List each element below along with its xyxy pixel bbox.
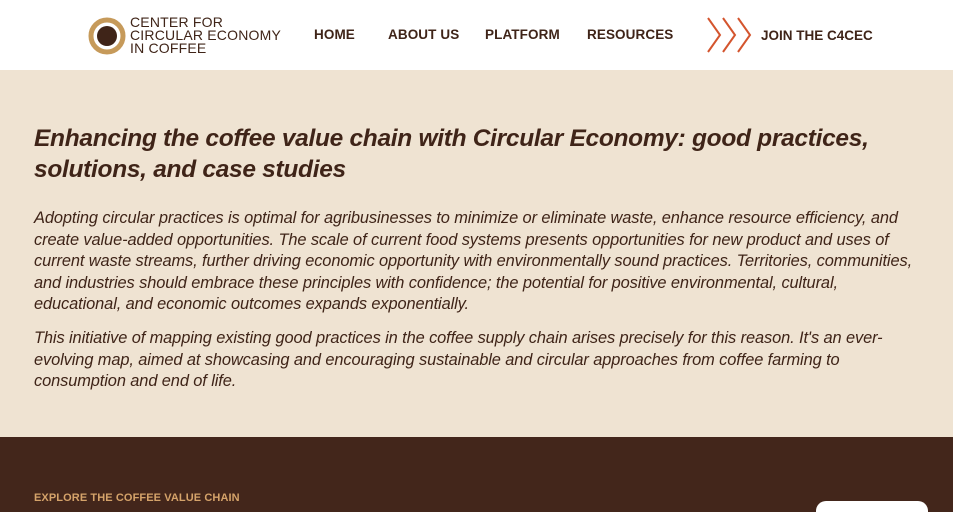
logo-wordmark: CENTER FOR CIRCULAR ECONOMY IN COFFEE	[130, 15, 281, 56]
nav-platform[interactable]: PLATFORM	[485, 27, 560, 42]
triple-chevron-right-icon	[706, 16, 754, 54]
initiative-paragraph: This initiative of mapping existing good…	[34, 329, 883, 391]
join-label: JOIN THE C4CEC	[761, 27, 873, 43]
intro-paragraph: Adopting circular practices is optimal f…	[34, 209, 913, 314]
coffee-ring-logo-icon	[88, 17, 126, 55]
logo-line-3: IN COFFEE	[130, 40, 207, 56]
value-chain-section: EXPLORE THE COFFEE VALUE CHAIN	[0, 437, 953, 531]
site-logo[interactable]: CENTER FOR CIRCULAR ECONOMY IN COFFEE	[88, 15, 281, 56]
nav-home[interactable]: HOME	[314, 27, 355, 42]
nav-about-us[interactable]: ABOUT US	[388, 27, 459, 42]
section-label: EXPLORE THE COFFEE VALUE CHAIN	[34, 492, 240, 504]
page-title: Enhancing the coffee value chain with Ci…	[34, 125, 869, 183]
hero-section: Enhancing the coffee value chain with Ci…	[0, 70, 953, 437]
site-header: CENTER FOR CIRCULAR ECONOMY IN COFFEE HO…	[0, 0, 953, 70]
section-button[interactable]	[816, 501, 928, 531]
join-link[interactable]: JOIN THE C4CEC	[706, 16, 873, 54]
nav-resources[interactable]: RESOURCES	[587, 27, 673, 42]
